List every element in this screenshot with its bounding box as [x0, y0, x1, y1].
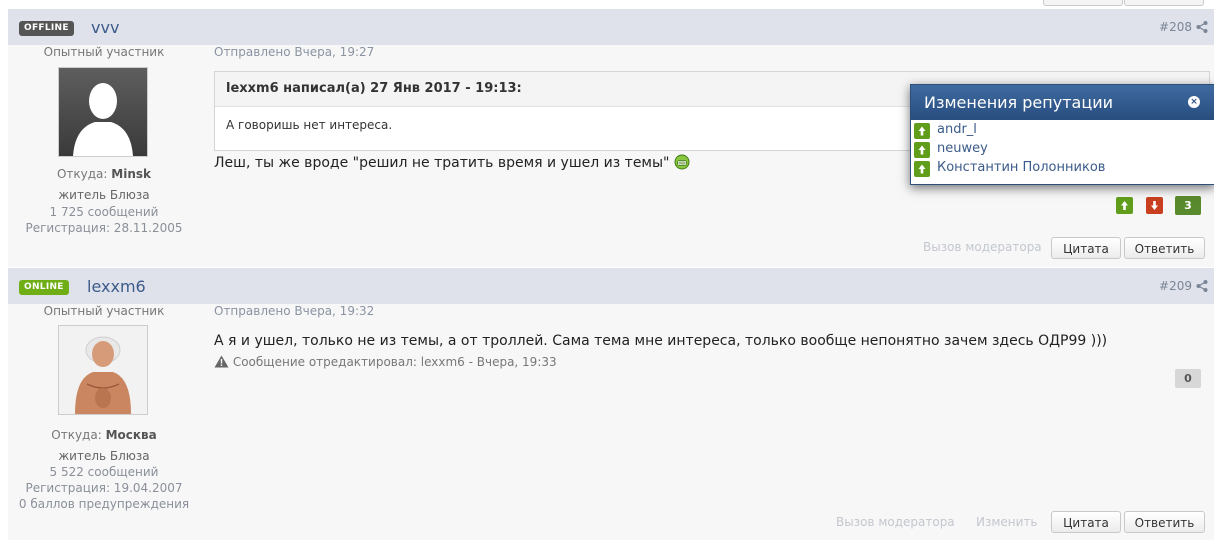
default-avatar-icon [59, 68, 147, 156]
reputation-popup: Изменения репутации × andr_l neuwey Конс… [910, 84, 1215, 185]
status-badge: ONLINE [19, 280, 69, 295]
post-number[interactable]: #209 [1159, 279, 1192, 293]
post-date: Отправлено Вчера, 19:27 [214, 45, 375, 59]
popup-title: Изменения репутации [924, 93, 1114, 112]
status-badge: OFFLINE [19, 21, 74, 36]
author-location: Откуда: Minsk [8, 167, 200, 181]
location-value: Minsk [111, 167, 152, 181]
arrow-up-icon [1121, 201, 1128, 210]
post-number[interactable]: #208 [1159, 20, 1192, 34]
previous-quote-button[interactable] [1043, 0, 1123, 6]
grin-emoji-icon [674, 154, 690, 170]
previous-post-footer [0, 0, 1230, 8]
post-text: А я и ушел, только не из темы, а от трол… [214, 333, 1108, 349]
rep-up-icon [914, 142, 930, 158]
edit-link[interactable]: Изменить [976, 515, 1038, 529]
location-label: Откуда: [51, 428, 102, 442]
rep-up-icon [914, 161, 930, 177]
rep-user-link[interactable]: neuwey [937, 141, 988, 156]
share-icon[interactable] [1196, 279, 1208, 293]
registration-date: Регистрация: 28.11.2005 [25, 221, 183, 235]
avatar[interactable] [58, 67, 148, 157]
reply-button[interactable]: Ответить [1124, 511, 1205, 533]
location-label: Откуда: [56, 167, 108, 181]
edit-notice: Сообщение отредактировал: lexxm6 - Вчера… [214, 355, 557, 369]
registration-date: Регистрация: 19.04.2007 [25, 481, 183, 495]
author-title: житель Блюза [58, 449, 150, 463]
popup-header: Изменения репутации × [911, 85, 1214, 120]
message-count: 5 522 сообщений [49, 465, 159, 479]
rep-down-button[interactable] [1146, 197, 1163, 214]
post-author[interactable]: lexxm6 [87, 277, 146, 296]
user-photo-icon [59, 326, 147, 414]
message-count: 1 725 сообщений [49, 205, 159, 219]
quote-button[interactable]: Цитата [1051, 511, 1121, 533]
author-title: житель Блюза [58, 188, 150, 202]
warning-icon [214, 355, 229, 368]
report-moderator-link[interactable]: Вызов модератора [923, 240, 1042, 254]
rep-user-link[interactable]: andr_l [937, 122, 977, 137]
post-text: Леш, ты же вроде "решил не тратить время… [214, 155, 670, 171]
author-location: Откуда: Москва [8, 428, 200, 442]
post-209: ONLINE lexxm6 #209 Опытный участник Отку… [8, 268, 1214, 540]
arrow-down-icon [1151, 201, 1158, 210]
reply-button[interactable]: Ответить [1124, 237, 1205, 259]
post-body: Леш, ты же вроде "решил не тратить время… [214, 154, 690, 171]
edit-notice-text: Сообщение отредактировал: lexxm6 - Вчера… [232, 355, 557, 369]
quote-button[interactable]: Цитата [1051, 237, 1121, 259]
previous-reply-button[interactable] [1124, 0, 1204, 6]
warning-points: 0 баллов предупреждения [18, 497, 190, 511]
avatar[interactable] [58, 325, 148, 415]
location-value: Москва [105, 428, 157, 442]
rep-up-icon [914, 123, 930, 139]
close-icon[interactable]: × [1188, 96, 1200, 108]
reputation-count[interactable]: 3 [1175, 196, 1201, 215]
rep-user-link[interactable]: Константин Полонников [937, 160, 1105, 175]
rep-up-button[interactable] [1116, 197, 1133, 214]
post-header: OFFLINE vvv #208 [8, 9, 1214, 45]
member-rank: Опытный участник [43, 304, 165, 318]
author-info: Опытный участник Откуда: Minsk житель Бл… [8, 45, 200, 265]
scrollbar-track[interactable] [1214, 0, 1230, 540]
share-icon[interactable] [1196, 20, 1208, 34]
reputation-count[interactable]: 0 [1175, 369, 1201, 388]
author-info: Опытный участник Откуда: Москва житель Б… [8, 304, 200, 540]
post-header: ONLINE lexxm6 #209 [8, 268, 1214, 304]
report-moderator-link[interactable]: Вызов модератора [836, 515, 955, 529]
post-date: Отправлено Вчера, 19:32 [214, 304, 375, 318]
member-rank: Опытный участник [43, 45, 165, 59]
post-author[interactable]: vvv [91, 18, 119, 37]
